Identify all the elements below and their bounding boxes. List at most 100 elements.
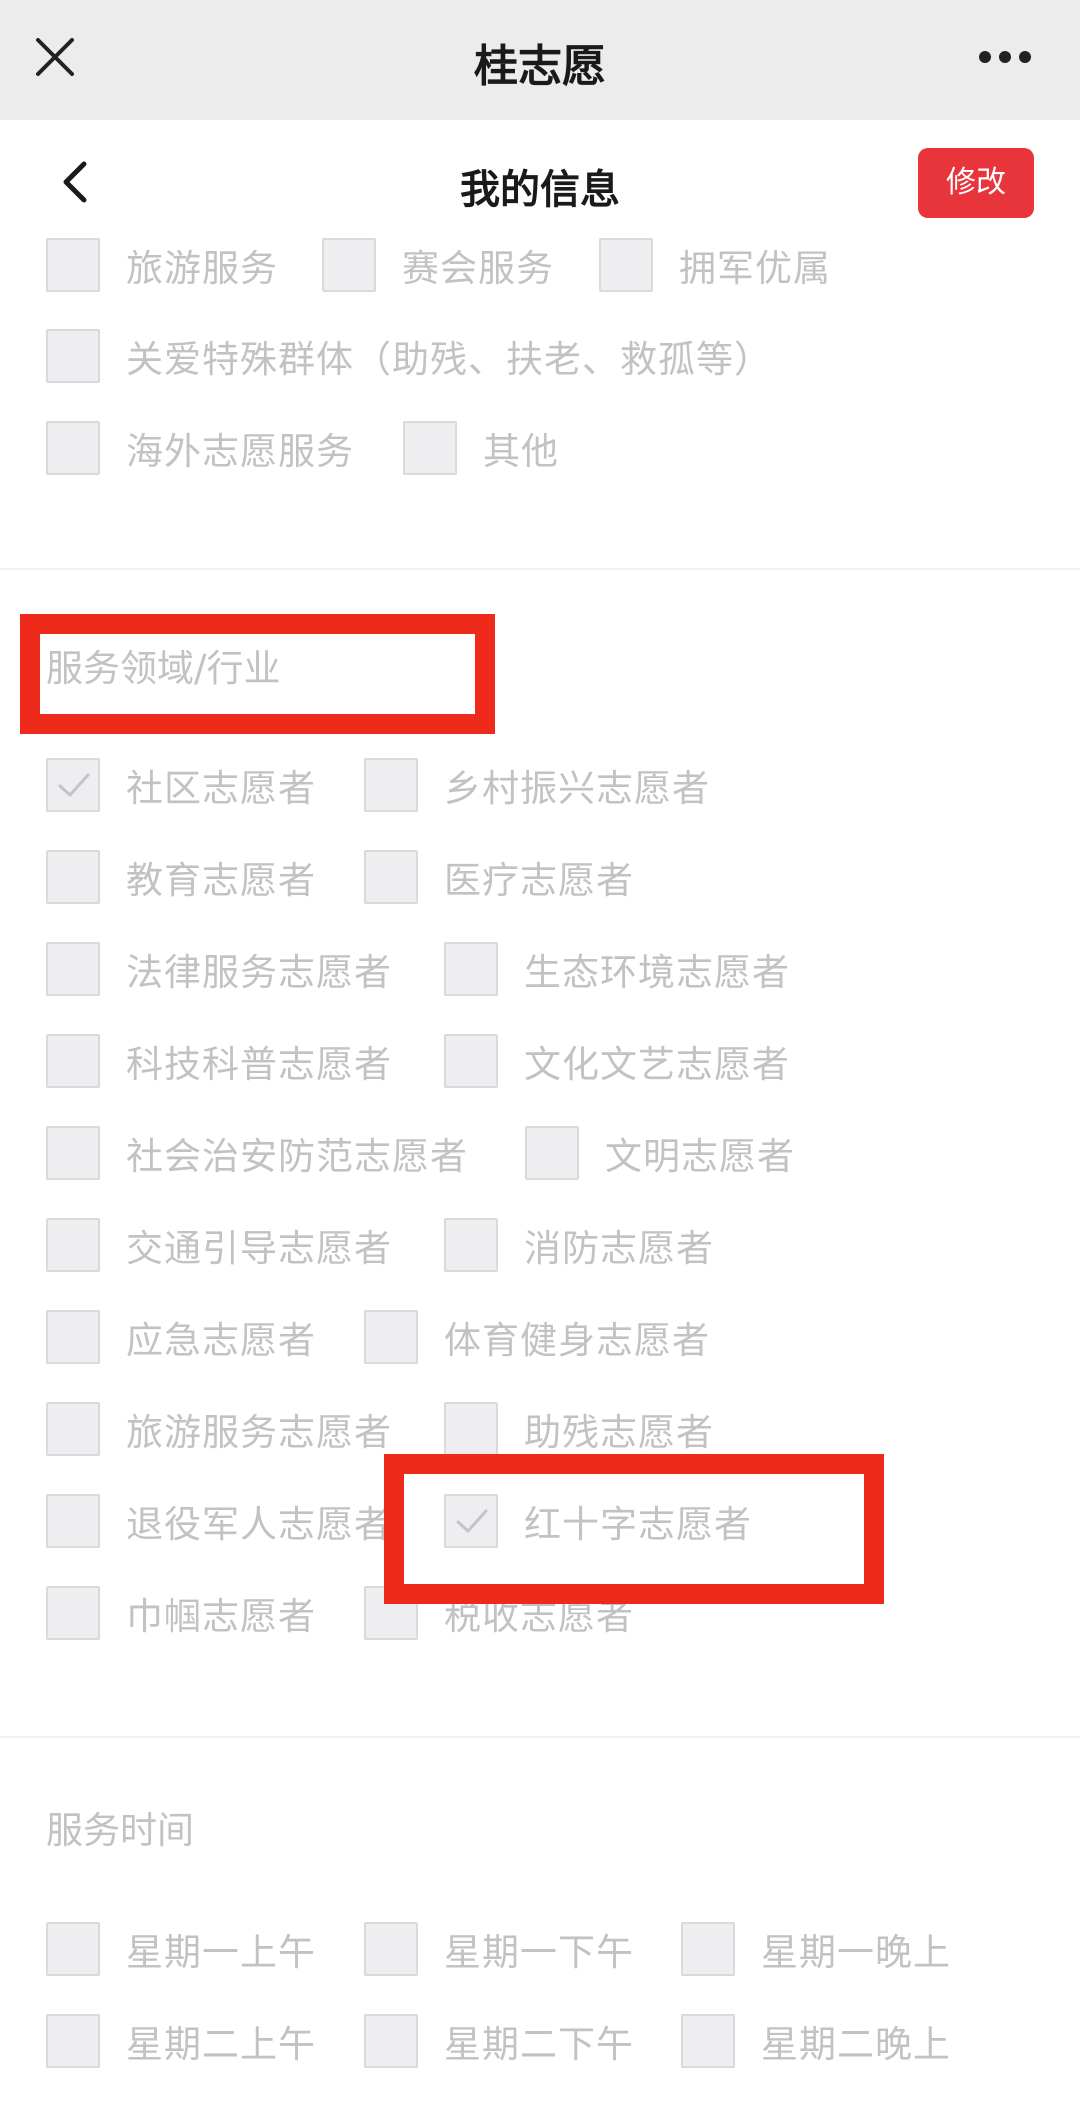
- checkbox[interactable]: [46, 2014, 100, 2068]
- option-label: 生态环境志愿者: [524, 951, 790, 994]
- option-label: 科技科普志愿者: [126, 1043, 392, 1086]
- option-label: 消防志愿者: [524, 1227, 714, 1270]
- checkbox-option[interactable]: 社会治安防范志愿者: [46, 1124, 468, 1182]
- option-label: 星期二下午: [444, 2023, 634, 2066]
- page-header: 我的信息 修改: [0, 120, 1080, 242]
- option-label: 星期二晚上: [761, 2023, 951, 2066]
- checkbox-option[interactable]: 消防志愿者: [444, 1216, 714, 1274]
- checkbox[interactable]: [46, 758, 100, 812]
- option-label: 赛会服务: [402, 247, 554, 290]
- option-label: 乡村振兴志愿者: [444, 767, 710, 810]
- option-label: 其他: [483, 430, 559, 473]
- checkbox-option[interactable]: 交通引导志愿者: [46, 1216, 392, 1274]
- checkbox-option[interactable]: 应急志愿者: [46, 1308, 316, 1366]
- browser-top-bar: 桂志愿: [0, 0, 1080, 120]
- app-title: 桂志愿: [474, 41, 606, 92]
- checkbox-option[interactable]: 退役军人志愿者: [46, 1492, 392, 1550]
- checkbox[interactable]: [364, 2014, 418, 2068]
- option-label: 退役军人志愿者: [126, 1503, 392, 1546]
- option-label: 旅游服务: [126, 247, 278, 290]
- option-label: 应急志愿者: [126, 1319, 316, 1362]
- checkbox-option[interactable]: 文化文艺志愿者: [444, 1032, 790, 1090]
- option-label: 星期一晚上: [761, 1931, 951, 1974]
- checkbox-option[interactable]: 拥军优属: [599, 236, 831, 294]
- checkbox[interactable]: [364, 1922, 418, 1976]
- checkbox-option[interactable]: 体育健身志愿者: [364, 1308, 710, 1366]
- checkbox-option[interactable]: 星期一上午: [46, 1920, 316, 1978]
- option-label: 医疗志愿者: [444, 859, 634, 902]
- annotation-highlight-box: [384, 1454, 884, 1604]
- checkmark-icon: [58, 773, 90, 797]
- checkbox[interactable]: [46, 1126, 100, 1180]
- checkbox[interactable]: [46, 1494, 100, 1548]
- more-icon[interactable]: [978, 50, 1032, 64]
- checkbox[interactable]: [525, 1126, 579, 1180]
- checkbox[interactable]: [46, 1922, 100, 1976]
- option-label: 巾帼志愿者: [126, 1595, 316, 1638]
- option-label: 助残志愿者: [524, 1411, 714, 1454]
- option-label: 星期一上午: [126, 1931, 316, 1974]
- option-label: 教育志愿者: [126, 859, 316, 902]
- option-label: 交通引导志愿者: [126, 1227, 392, 1270]
- checkbox-option[interactable]: 社区志愿者: [46, 756, 316, 814]
- checkbox-option[interactable]: 星期一下午: [364, 1920, 634, 1978]
- option-label: 文化文艺志愿者: [524, 1043, 790, 1086]
- checkbox-option[interactable]: 海外志愿服务: [46, 419, 354, 477]
- annotation-highlight-box: [20, 614, 495, 734]
- option-label: 旅游服务志愿者: [126, 1411, 392, 1454]
- section-divider: [0, 1736, 1080, 1738]
- edit-button[interactable]: 修改: [918, 148, 1034, 218]
- option-label: 海外志愿服务: [126, 430, 354, 473]
- checkbox-option[interactable]: 关爱特殊群体（助残、扶老、救孤等）: [46, 327, 772, 385]
- checkbox[interactable]: [681, 2014, 735, 2068]
- checkbox[interactable]: [599, 238, 653, 292]
- checkbox[interactable]: [46, 1310, 100, 1364]
- checkbox[interactable]: [46, 238, 100, 292]
- section-divider: [0, 568, 1080, 570]
- option-label: 文明志愿者: [605, 1135, 795, 1178]
- checkbox[interactable]: [46, 421, 100, 475]
- option-label: 体育健身志愿者: [444, 1319, 710, 1362]
- option-label: 拥军优属: [679, 247, 831, 290]
- checkbox-option[interactable]: 旅游服务志愿者: [46, 1400, 392, 1458]
- checkbox[interactable]: [444, 942, 498, 996]
- checkbox-option[interactable]: 其他: [403, 419, 559, 477]
- option-label: 法律服务志愿者: [126, 951, 392, 994]
- checkbox-option[interactable]: 科技科普志愿者: [46, 1032, 392, 1090]
- checkbox[interactable]: [46, 1402, 100, 1456]
- checkbox-option[interactable]: 旅游服务: [46, 236, 278, 294]
- checkbox[interactable]: [46, 1034, 100, 1088]
- checkbox[interactable]: [46, 1218, 100, 1272]
- checkbox[interactable]: [444, 1402, 498, 1456]
- checkbox[interactable]: [364, 850, 418, 904]
- checkbox-option[interactable]: 星期二晚上: [681, 2012, 951, 2070]
- checkbox[interactable]: [322, 238, 376, 292]
- option-label: 关爱特殊群体（助残、扶老、救孤等）: [126, 338, 772, 381]
- checkbox-option[interactable]: 星期二下午: [364, 2012, 634, 2070]
- checkbox[interactable]: [46, 1586, 100, 1640]
- checkbox[interactable]: [364, 1310, 418, 1364]
- checkbox[interactable]: [46, 942, 100, 996]
- checkbox-option[interactable]: 巾帼志愿者: [46, 1584, 316, 1642]
- checkbox[interactable]: [364, 758, 418, 812]
- checkbox-option[interactable]: 星期一晚上: [681, 1920, 951, 1978]
- checkbox-option[interactable]: 文明志愿者: [525, 1124, 795, 1182]
- checkbox-option[interactable]: 教育志愿者: [46, 848, 316, 906]
- checkbox-option[interactable]: 星期二上午: [46, 2012, 316, 2070]
- checkbox[interactable]: [444, 1034, 498, 1088]
- checkbox-option[interactable]: 法律服务志愿者: [46, 940, 392, 998]
- checkbox-option[interactable]: 生态环境志愿者: [444, 940, 790, 998]
- option-label: 社会治安防范志愿者: [126, 1135, 468, 1178]
- checkbox[interactable]: [46, 329, 100, 383]
- checkbox-option[interactable]: 助残志愿者: [444, 1400, 714, 1458]
- checkbox[interactable]: [403, 421, 457, 475]
- option-label: 星期一下午: [444, 1931, 634, 1974]
- checkbox-option[interactable]: 医疗志愿者: [364, 848, 634, 906]
- checkbox[interactable]: [444, 1218, 498, 1272]
- checkbox[interactable]: [681, 1922, 735, 1976]
- checkbox-option[interactable]: 赛会服务: [322, 236, 554, 294]
- section-title-service-time: 服务时间: [46, 1809, 194, 1852]
- checkbox[interactable]: [46, 850, 100, 904]
- option-label: 星期二上午: [126, 2023, 316, 2066]
- checkbox-option[interactable]: 乡村振兴志愿者: [364, 756, 710, 814]
